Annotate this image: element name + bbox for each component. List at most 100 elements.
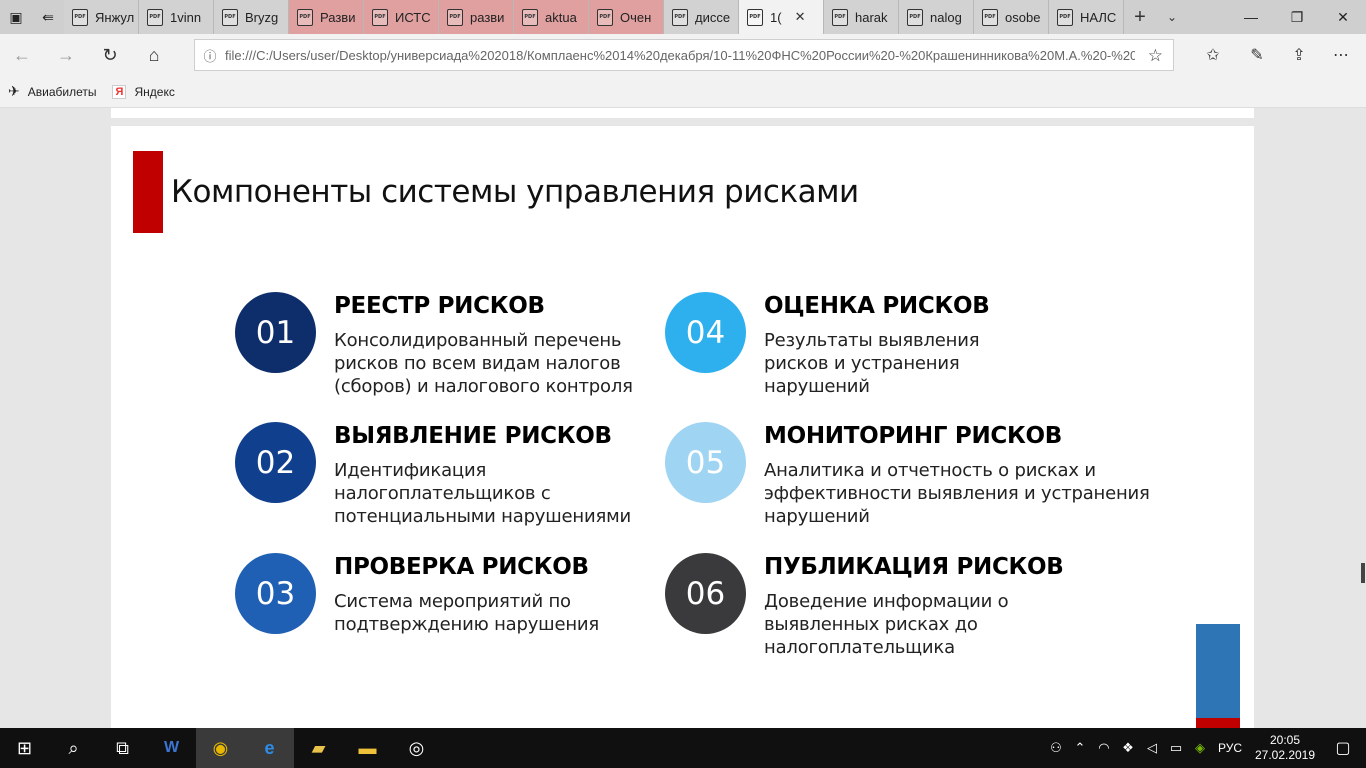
browser-tab[interactable]: PDF Bryzg (214, 0, 289, 34)
edge-app-icon[interactable]: e (245, 728, 294, 768)
refresh-icon[interactable]: ↻ (96, 42, 124, 68)
volume-icon[interactable]: ◁ (1140, 740, 1164, 756)
favorite-aviabilety[interactable]: ✈ Авиабилеты (8, 83, 96, 100)
pdf-icon: PDF (597, 8, 613, 26)
browser-tab[interactable]: PDF osobe (974, 0, 1049, 34)
step-description-line: выявленных рисках до (764, 614, 978, 635)
browser-tab[interactable]: PDF nalog (899, 0, 974, 34)
chevron-up-icon[interactable]: ⌃ (1068, 740, 1092, 756)
browser-tab[interactable]: PDF НАЛС (1049, 0, 1124, 34)
step-description-line: рисков и устранения (764, 353, 960, 374)
step-description-line: Доведение информации о (764, 591, 1009, 612)
tab-actions-icon[interactable]: ▣ (0, 0, 32, 34)
home-icon[interactable]: ⌂ (140, 42, 168, 68)
window-controls: — ❐ ✕ (1228, 0, 1366, 34)
step-description: Консолидированный перечень рисков по всем… (334, 329, 633, 398)
pen-notes-icon[interactable]: ✎ (1242, 42, 1272, 68)
step-description-line: (сборов) и налогового контроля (334, 376, 633, 397)
step-description: Идентификация налогоплательщиков с потенци… (334, 459, 631, 528)
pdf-icon: PDF (832, 8, 848, 26)
new-tab-button[interactable]: + (1124, 0, 1156, 34)
system-tray: ⚇ ⌃ ◠ ❖ ◁ ▭ ◈ РУС 20:05 27.02.2019 ▢ (1044, 728, 1366, 768)
media-app-icon[interactable]: ◎ (392, 728, 441, 768)
restore-button[interactable]: ❐ (1274, 0, 1320, 34)
set-tabs-aside-icon[interactable]: ⇚ (32, 0, 64, 34)
pdf-icon: PDF (297, 8, 313, 26)
browser-tab[interactable]: PDF Очен (589, 0, 664, 34)
title-accent-bar (133, 151, 163, 233)
scrollbar-thumb[interactable] (1361, 563, 1365, 583)
step-number-circle: 06 (665, 553, 746, 634)
tab-list: PDF Янжул PDF 1vinn PDF Bryzg PDF Разви PDF ИСТС P… (64, 0, 1124, 34)
favorites-bar: ✈ Авиабилеты Я Яндекс (0, 76, 1366, 108)
language-indicator[interactable]: РУС (1218, 741, 1242, 755)
browser-tab[interactable]: PDF разви (439, 0, 514, 34)
step-description-line: нарушений (764, 376, 870, 397)
step-description-line: эффективности выявления и устранения (764, 483, 1150, 504)
tab-label: nalog (930, 9, 962, 25)
info-icon[interactable]: ⓘ (195, 46, 225, 65)
favorite-yandex[interactable]: Я Яндекс (112, 84, 175, 99)
step-description-line: потенциальными нарушениями (334, 506, 631, 527)
yandex-icon: Я (112, 84, 127, 99)
dropbox-icon[interactable]: ❖ (1116, 740, 1140, 756)
nvidia-icon[interactable]: ◈ (1188, 740, 1212, 756)
tab-preview-chevron-icon[interactable]: ⌄ (1156, 0, 1188, 34)
tab-label: Разви (320, 9, 356, 25)
step-description-line: Аналитика и отчетность о рисках и (764, 460, 1096, 481)
people-icon[interactable]: ⚇ (1044, 740, 1068, 756)
pdf-icon: PDF (1057, 8, 1073, 26)
battery-icon[interactable]: ▭ (1164, 740, 1188, 756)
start-windows-icon[interactable]: ⊞ (0, 728, 49, 768)
step-description-line: рисков по всем видам налогов (334, 353, 621, 374)
step-description: Доведение информации о выявленных рисках … (764, 590, 1009, 659)
url-text[interactable]: file:///C:/Users/user/Desktop/универсиад… (225, 48, 1135, 63)
pdf-icon: PDF (447, 8, 463, 26)
page-viewport[interactable]: Компоненты системы управления рисками 01… (0, 108, 1366, 728)
step-number-circle: 04 (665, 292, 746, 373)
search-icon[interactable]: ⌕ (49, 728, 98, 768)
tab-label: Янжул (95, 9, 135, 25)
task-view-icon[interactable]: ⧉ (98, 728, 147, 768)
step-description-line: подтверждению нарушения (334, 614, 600, 635)
taskbar: ⊞ ⌕ ⧉ W ◉ e ▰ ▬ ◎ ⚇ ⌃ ◠ ❖ ◁ ▭ ◈ РУС 20:0… (0, 728, 1366, 768)
network-icon[interactable]: ◠ (1092, 740, 1116, 756)
more-menu-icon[interactable]: ⋯ (1326, 42, 1356, 68)
tab-label: Очен (620, 9, 652, 25)
address-bar[interactable]: ⓘ file:///C:/Users/user/Desktop/универси… (194, 39, 1174, 71)
tab-label: 1( (770, 9, 782, 25)
favorite-star-icon[interactable]: ☆ (1148, 46, 1163, 66)
close-tab-icon[interactable]: ✕ (795, 9, 806, 25)
step-title: ОЦЕНКА РИСКОВ (764, 293, 990, 319)
explorer-app-icon[interactable]: ▰ (294, 728, 343, 768)
favorite-label: Яндекс (134, 84, 175, 99)
close-window-button[interactable]: ✕ (1320, 0, 1366, 34)
clock[interactable]: 20:05 27.02.2019 (1250, 733, 1320, 763)
step-title: ВЫЯВЛЕНИЕ РИСКОВ (334, 423, 612, 449)
browser-tab[interactable]: PDF Янжул (64, 0, 139, 34)
chrome-app-icon[interactable]: ◉ (196, 728, 245, 768)
step-number-circle: 03 (235, 553, 316, 634)
pdf-icon: PDF (907, 8, 923, 26)
minimize-button[interactable]: — (1228, 0, 1274, 34)
step-number-circle: 05 (665, 422, 746, 503)
folder-app-icon[interactable]: ▬ (343, 728, 392, 768)
notifications-icon[interactable]: ▢ (1320, 738, 1366, 758)
browser-tab[interactable]: PDF диссе (664, 0, 739, 34)
browser-tab[interactable]: PDF 1(✕ (739, 0, 824, 34)
favorites-hub-icon[interactable]: ✩ (1198, 42, 1228, 68)
browser-tab[interactable]: PDF Разви (289, 0, 364, 34)
previous-slide-edge (111, 108, 1254, 118)
browser-tab[interactable]: PDF aktua (514, 0, 589, 34)
forward-arrow-icon[interactable]: → (52, 42, 80, 68)
tab-label: Bryzg (245, 9, 279, 25)
browser-tab[interactable]: PDF 1vinn (139, 0, 214, 34)
decor-blue-block (1196, 624, 1240, 718)
back-arrow-icon[interactable]: ← (8, 42, 36, 68)
step-description-line: нарушений (764, 506, 870, 527)
word-app-icon[interactable]: W (147, 728, 196, 768)
share-icon[interactable]: ⇪ (1284, 42, 1314, 68)
browser-tab[interactable]: PDF harak (824, 0, 899, 34)
clock-date: 27.02.2019 (1254, 748, 1316, 762)
browser-tab[interactable]: PDF ИСТС (364, 0, 439, 34)
